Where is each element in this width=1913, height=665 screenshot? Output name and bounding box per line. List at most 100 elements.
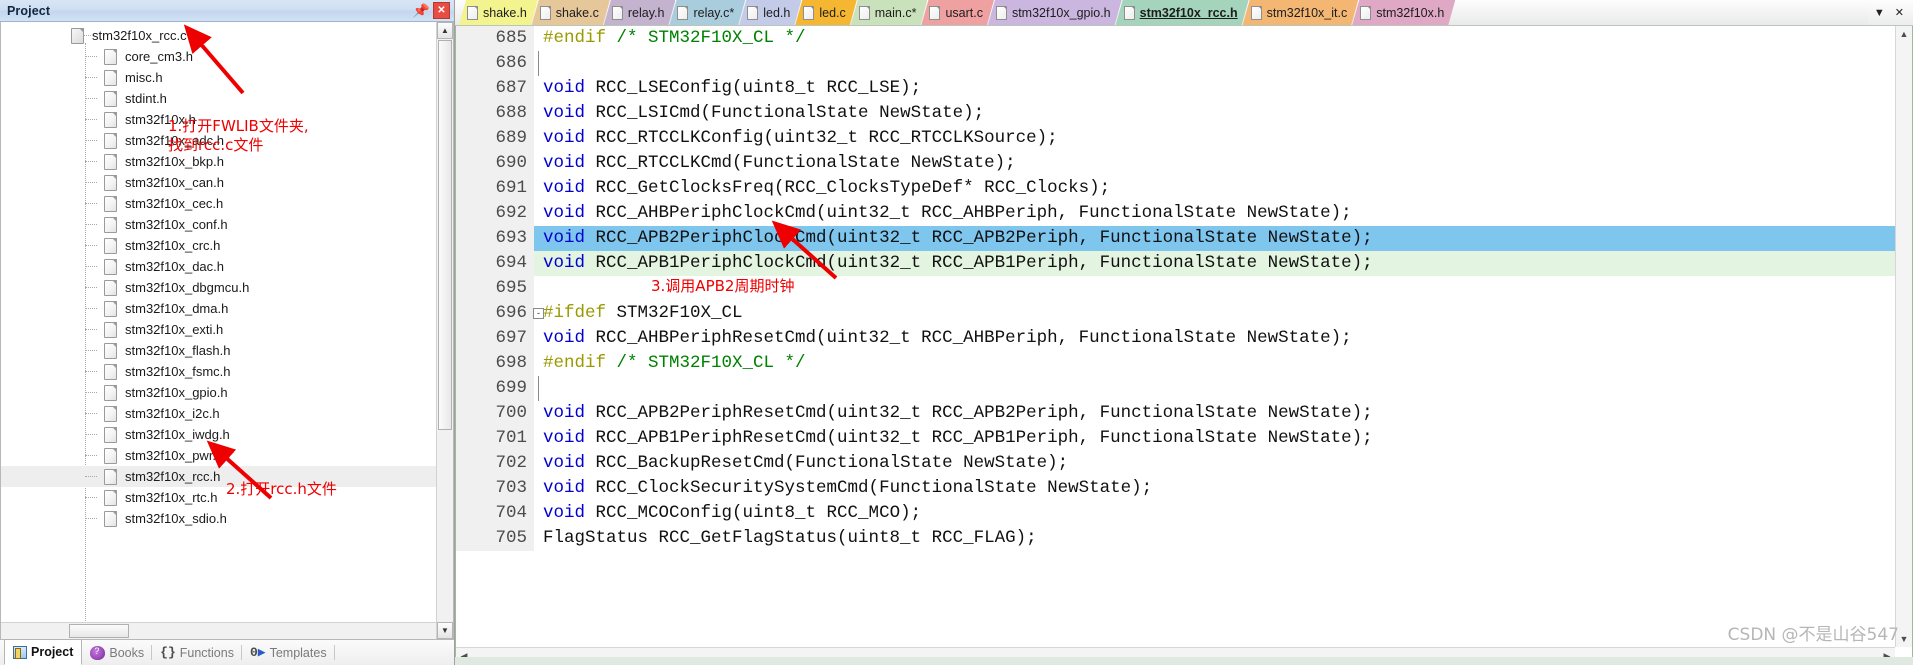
tree-connector: [85, 455, 97, 456]
editor-tab-relayh[interactable]: relay.h: [604, 0, 676, 25]
code-token: RCC_RTCCLKCmd(FunctionalState NewState);: [585, 153, 1016, 173]
tree-item[interactable]: stm32f10x_crc.h: [1, 235, 436, 256]
editor-tabbar[interactable]: shake.h shake.c relay.h relay.c* led.h led.c m…: [455, 0, 1913, 26]
pin-icon[interactable]: 📌: [413, 2, 431, 19]
code-line[interactable]: 689 void RCC_RTCCLKConfig(uint32_t RCC_RT…: [456, 126, 1895, 151]
code-line[interactable]: 686: [456, 51, 1895, 76]
tree-item[interactable]: stm32f10x_gpio.h: [1, 382, 436, 403]
tree-connector: [85, 77, 97, 78]
tree-item[interactable]: stm32f10x_cec.h: [1, 193, 436, 214]
scroll-up-arrow-icon[interactable]: ▲: [437, 22, 453, 39]
code-line[interactable]: 688 void RCC_LSICmd(FunctionalState NewSt…: [456, 101, 1895, 126]
scrollbar-thumb[interactable]: [438, 40, 452, 430]
project-tab-books[interactable]: Books: [82, 640, 153, 665]
code-line[interactable]: 691 void RCC_GetClocksFreq(RCC_ClocksType…: [456, 176, 1895, 201]
line-number: 698: [456, 351, 534, 376]
chevron-down-icon[interactable]: ▼: [1874, 7, 1885, 19]
line-number: 701: [456, 426, 534, 451]
hscrollbar-thumb[interactable]: [69, 624, 129, 638]
editor-tab-stm32f10xitc[interactable]: stm32f10x_it.c: [1243, 0, 1359, 25]
close-icon[interactable]: ✕: [1895, 6, 1904, 19]
tree-item[interactable]: stm32f10x_rcc.h: [1, 466, 436, 487]
tree-item[interactable]: core_cm3.h: [1, 46, 436, 67]
code-line[interactable]: 694 void RCC_APB1PeriphClockCmd(uint32_t …: [456, 251, 1895, 276]
tree-item-label: stm32f10x_flash.h: [125, 343, 231, 358]
tree-item[interactable]: stm32f10x_pwr.h: [1, 445, 436, 466]
code-text: void RCC_RTCCLKCmd(FunctionalState NewSt…: [534, 151, 1895, 176]
editor-tab-stm32f10xrcch[interactable]: stm32f10x_rcc.h: [1116, 0, 1249, 25]
code-text: void RCC_APB2PeriphResetCmd(uint32_t RCC…: [534, 401, 1895, 426]
tree-item[interactable]: stm32f10x_can.h: [1, 172, 436, 193]
tree-item[interactable]: stm32f10x_conf.h: [1, 214, 436, 235]
code-fold-toggle[interactable]: -: [533, 308, 544, 319]
tree-item[interactable]: stm32f10x_iwdg.h: [1, 424, 436, 445]
tree-item[interactable]: stm32f10x_rtc.h: [1, 487, 436, 508]
code-line[interactable]: 704 void RCC_MCOConfig(uint8_t RCC_MCO);: [456, 501, 1895, 526]
code-lines[interactable]: 685 #endif /* STM32F10X_CL */686 687 void R…: [456, 26, 1895, 647]
code-line[interactable]: 701 void RCC_APB1PeriphResetCmd(uint32_t …: [456, 426, 1895, 451]
tree-connector: [85, 140, 97, 141]
tree-item-label: stdint.h: [125, 91, 167, 106]
code-editor[interactable]: 685 #endif /* STM32F10X_CL */686 687 void R…: [455, 26, 1913, 665]
project-tab-project[interactable]: Project: [4, 639, 83, 665]
code-line[interactable]: 705 FlagStatus RCC_GetFlagStatus(uint8_t …: [456, 526, 1895, 551]
tree-item-label: stm32f10x_sdio.h: [125, 511, 227, 526]
code-text: void RCC_AHBPeriphClockCmd(uint32_t RCC_…: [534, 201, 1895, 226]
tree-item[interactable]: stm32f10x_i2c.h: [1, 403, 436, 424]
code-token: RCC_LSEConfig(uint8_t RCC_LSE);: [585, 78, 922, 98]
project-tree-vertical-scrollbar[interactable]: ▲ ▼: [436, 22, 453, 639]
tree-item[interactable]: stm32f10x_fsmc.h: [1, 361, 436, 382]
code-line[interactable]: 693 void RCC_APB2PeriphClockCmd(uint32_t …: [456, 226, 1895, 251]
code-line[interactable]: 702 void RCC_BackupResetCmd(FunctionalSta…: [456, 451, 1895, 476]
editor-tab-usartc[interactable]: usart.c: [921, 0, 994, 25]
tree-item[interactable]: stm32f10x_sdio.h: [1, 508, 436, 529]
project-tree[interactable]: -stm32f10x_rcc.c core_cm3.h misc.h stdint.h…: [1, 22, 436, 639]
tree-item[interactable]: stm32f10x_dma.h: [1, 298, 436, 319]
editor-tab-stm32f10xh[interactable]: stm32f10x.h: [1352, 0, 1455, 25]
tree-item[interactable]: stdint.h: [1, 88, 436, 109]
code-token: STM32F10X_CL: [606, 303, 743, 323]
project-tree-horizontal-scrollbar[interactable]: [1, 622, 436, 639]
code-line[interactable]: 703 void RCC_ClockSecuritySystemCmd(Funct…: [456, 476, 1895, 501]
editor-tab-ledc[interactable]: led.c: [795, 0, 856, 25]
code-text: void RCC_BackupResetCmd(FunctionalState …: [534, 451, 1895, 476]
code-line[interactable]: 697 void RCC_AHBPeriphResetCmd(uint32_t R…: [456, 326, 1895, 351]
editor-tab-mainc[interactable]: main.c*: [851, 0, 928, 25]
code-line[interactable]: 696- #ifdef STM32F10X_CL: [456, 301, 1895, 326]
tree-item[interactable]: stm32f10x_dbgmcu.h: [1, 277, 436, 298]
project-tab-templates[interactable]: 0▶ Templates: [242, 640, 335, 665]
line-number: 685: [456, 26, 534, 51]
code-token: void: [543, 203, 586, 223]
tree-item[interactable]: stm32f10x_flash.h: [1, 340, 436, 361]
code-text: void RCC_ClockSecuritySystemCmd(Function…: [534, 476, 1895, 501]
editor-vertical-scrollbar[interactable]: ▲ ▼: [1895, 26, 1912, 647]
close-icon[interactable]: ✕: [433, 2, 450, 19]
editor-tab-relayc[interactable]: relay.c*: [669, 0, 745, 25]
tree-item[interactable]: stm32f10x_exti.h: [1, 319, 436, 340]
tree-connector: [85, 245, 97, 246]
code-line[interactable]: 690 void RCC_RTCCLKCmd(FunctionalState Ne…: [456, 151, 1895, 176]
tree-item-label: stm32f10x_bkp.h: [125, 154, 225, 169]
editor-tab-shakec[interactable]: shake.c: [532, 0, 610, 25]
editor-tab-label: stm32f10x_rcc.h: [1139, 5, 1238, 20]
code-line[interactable]: 685 #endif /* STM32F10X_CL */: [456, 26, 1895, 51]
code-line[interactable]: 687 void RCC_LSEConfig(uint8_t RCC_LSE);: [456, 76, 1895, 101]
code-line[interactable]: 699: [456, 376, 1895, 401]
code-line[interactable]: 700 void RCC_APB2PeriphResetCmd(uint32_t …: [456, 401, 1895, 426]
tree-item-root[interactable]: -stm32f10x_rcc.c: [1, 25, 436, 46]
code-line[interactable]: 698 #endif /* STM32F10X_CL */: [456, 351, 1895, 376]
code-token: RCC_ClockSecuritySystemCmd(FunctionalSta…: [585, 478, 1153, 498]
tree-item[interactable]: misc.h: [1, 67, 436, 88]
tree-item[interactable]: stm32f10x_dac.h: [1, 256, 436, 277]
project-pane-tabs[interactable]: ProjectBooks{}Functions0▶Templates: [0, 639, 454, 665]
scroll-up-arrow-icon[interactable]: ▲: [1896, 26, 1912, 42]
code-line[interactable]: 692 void RCC_AHBPeriphClockCmd(uint32_t R…: [456, 201, 1895, 226]
tree-connector: [85, 224, 97, 225]
project-tab-functions[interactable]: {} Functions: [152, 640, 242, 665]
editor-tab-stm32f10xgpioh[interactable]: stm32f10x_gpio.h: [988, 0, 1122, 25]
editor-tab-shakeh[interactable]: shake.h: [459, 0, 538, 25]
code-token: void: [543, 453, 586, 473]
file-icon: [1251, 6, 1262, 20]
scroll-down-arrow-icon[interactable]: ▼: [437, 622, 453, 639]
editor-tab-ledh[interactable]: led.h: [739, 0, 801, 25]
